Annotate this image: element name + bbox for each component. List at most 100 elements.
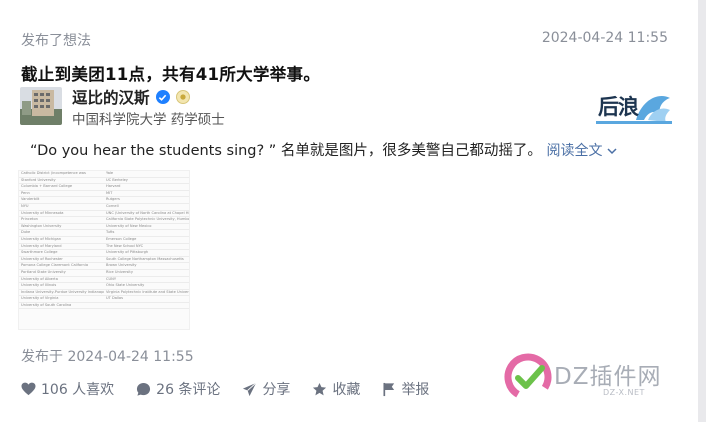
image-cell-left: Indiana University-Purdue University Ind… [21, 289, 104, 294]
image-cell-right: Cornell [106, 203, 119, 208]
favorite-label: 收藏 [332, 382, 361, 398]
image-cell-left: University of Minnesota [21, 210, 64, 215]
image-cell-left: Vanderbilt [21, 197, 40, 202]
image-cell-right: UC Berkeley [106, 177, 128, 182]
image-row: University of Illinois Ohio State Univers… [19, 283, 189, 290]
image-cell-left: University of Illinois [21, 283, 57, 288]
excerpt-text: “Do you hear the students sing? ” 名单就是图片… [30, 143, 542, 159]
share-label: 分享 [262, 382, 291, 398]
image-row: University of Michigan Emerson College [19, 237, 189, 244]
image-cell-left: Swarthmore College [21, 250, 58, 255]
image-row: Swarthmore College University of Pittsbur… [19, 250, 189, 257]
image-cell-left: Portland State University [21, 269, 66, 274]
image-row: Columbia + Barnard College Harvard [19, 184, 189, 191]
image-cell-right: Virginia Polytechnic Institute and State… [106, 289, 189, 294]
report-button[interactable]: 举报 [382, 379, 429, 399]
watermark-text: DZ插件网 [554, 364, 662, 390]
image-cell-right: Brown University [106, 263, 137, 268]
image-cell-right: CUNY [106, 276, 117, 281]
image-cell-right: Rice University [106, 269, 133, 274]
image-cell-right: Harvard [106, 184, 121, 189]
image-row: Portland State University Rice University [19, 270, 189, 277]
image-cell-left: Princeton [21, 217, 38, 222]
image-cell-right: The New School NYC [106, 243, 144, 248]
watermark: DZ插件网 DZ-X.NET [500, 348, 700, 406]
post-time: 发布于 2024-04-24 11:55 [21, 349, 194, 365]
image-row: Catholic District (incompetence was Yale [19, 171, 189, 178]
badge-text: 后浪 [598, 94, 639, 119]
post-image[interactable]: Catholic District (incompetence was Yale S… [18, 170, 190, 330]
image-cell-left: University of Michigan [21, 236, 61, 241]
chevron-down-icon [607, 148, 617, 155]
image-row: Penn MIT [19, 191, 189, 198]
share-icon [243, 382, 257, 396]
author-description: 中国科学院大学 药学硕士 [72, 112, 225, 128]
image-cell-left: NYU [21, 203, 29, 208]
image-cell-left: Columbia + Barnard College [21, 184, 73, 189]
image-cell-right: Tufts [106, 230, 115, 235]
image-cell-right: Rutgers [106, 197, 120, 202]
heart-icon [21, 382, 36, 396]
post-header-time: 2024-04-24 11:55 [541, 30, 668, 46]
read-more-link[interactable]: 阅读全文 [547, 143, 617, 159]
image-cell-right: UNC (University of North Carolina at Cha… [106, 210, 189, 215]
image-cell-left: Catholic District (incompetence was [21, 171, 86, 175]
image-cell-right: Yale [106, 171, 114, 175]
image-cell-left: Duke [21, 230, 31, 235]
image-row: University of Alberta CUNY [19, 277, 189, 284]
image-cell-left: University of Rochester [21, 256, 63, 261]
image-row: University of Virginia UT Dallas [19, 296, 189, 303]
author-name[interactable]: 逗比的汉斯 [72, 86, 150, 108]
image-cell-left: University of Maryland [21, 243, 62, 248]
post-action-label: 发布了想法 [21, 33, 91, 49]
verified-icon [155, 90, 170, 104]
post-title[interactable]: 截止到美团11点，共有41所大学举事。 [21, 61, 320, 85]
share-button[interactable]: 分享 [242, 379, 290, 399]
star-icon [313, 382, 327, 395]
image-cell-right: Ohio State University [106, 283, 145, 288]
image-cell-left: Stanford University [21, 177, 56, 182]
image-row: University of Maryland The New School NYC [19, 244, 189, 251]
image-row: University of Rochester South College Nor… [19, 257, 189, 264]
image-cell-right: Emerson College [106, 236, 137, 241]
image-row: Princeton California State Polytechnic Un… [19, 217, 189, 224]
read-more-label: 阅读全文 [546, 143, 603, 159]
comment-label: 26 条评论 [156, 382, 221, 398]
like-label: 106 人喜欢 [41, 382, 115, 398]
avatar[interactable] [20, 87, 62, 125]
image-cell-left: University of South Carolina [21, 302, 72, 307]
badge-houlang: 后浪 [596, 86, 672, 126]
image-cell-right: UT Dallas [106, 296, 124, 301]
favorite-button[interactable]: 收藏 [312, 379, 360, 399]
post-header: 发布了想法 2024-04-24 11:55 [21, 30, 668, 50]
action-bar: 106 人喜欢 26 条评论 分享 收藏 举报 [21, 379, 451, 399]
watermark-subtext: DZ-X.NET [603, 388, 645, 397]
author-info: 逗比的汉斯 [72, 86, 190, 108]
image-row: NYU Cornell [19, 204, 189, 211]
image-cell-left: Pomona College Claremont California [21, 263, 89, 268]
image-cell-right [104, 303, 189, 309]
image-cell-right: California State Polytechnic University,… [106, 217, 189, 222]
comment-button[interactable]: 26 条评论 [136, 379, 220, 399]
like-button[interactable]: 106 人喜欢 [21, 379, 114, 399]
image-row: Pomona College Claremont California Brown… [19, 263, 189, 270]
window-edge [698, 0, 706, 422]
image-cell-left: Washington University [21, 223, 62, 228]
image-cell-right: University of New Mexico [106, 223, 152, 228]
image-row: Indiana University-Purdue University Ind… [19, 290, 189, 297]
post-excerpt[interactable]: “Do you hear the students sing? ” 名单就是图片… [30, 139, 617, 160]
image-cell-right: University of Pittsburgh [106, 250, 149, 255]
image-row: University of South Carolina [19, 303, 189, 310]
image-row: University of Minnesota UNC (University o… [19, 211, 189, 218]
image-row: Vanderbilt Rutgers [19, 197, 189, 204]
image-row: Washington University University of New M… [19, 224, 189, 231]
flag-icon [383, 382, 395, 396]
image-cell-left: University of Alberta [21, 276, 58, 281]
post-card: 发布了想法 2024-04-24 11:55 截止到美团11点，共有41所大学举… [0, 0, 698, 422]
report-label: 举报 [401, 382, 430, 398]
watermark-logo-icon [504, 353, 552, 401]
image-cell-right: MIT [106, 190, 113, 195]
image-cell-left: Penn [21, 190, 30, 195]
comment-icon [137, 382, 151, 396]
image-row: Stanford University UC Berkeley [19, 178, 189, 185]
